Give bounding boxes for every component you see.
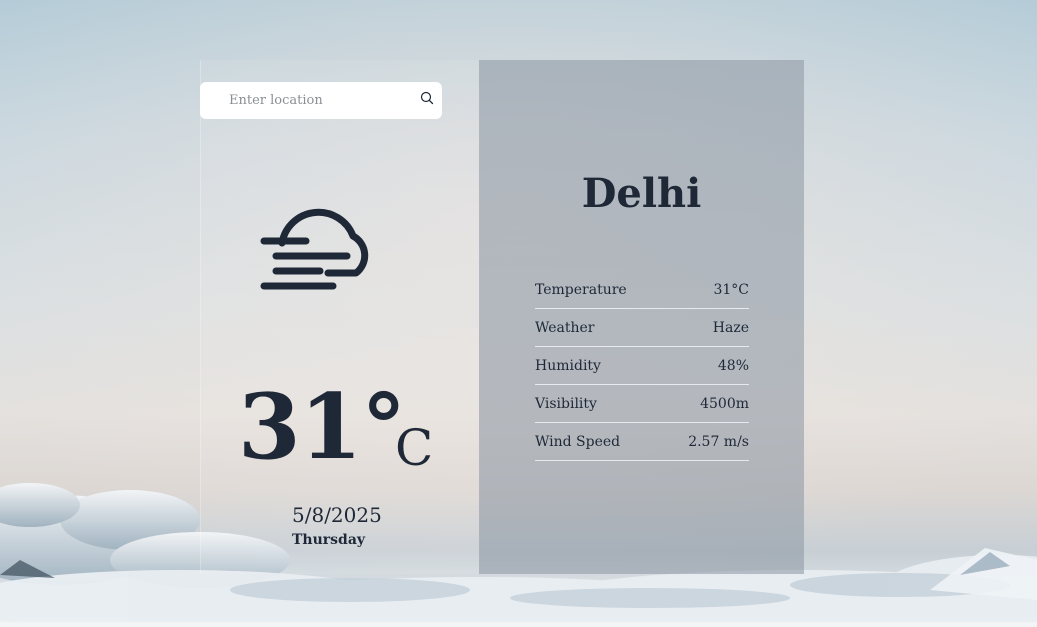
day-text: Thursday — [292, 532, 366, 548]
search-icon[interactable] — [420, 91, 434, 105]
temperature-unit: C — [395, 419, 434, 477]
detail-value: 2.57 m/s — [688, 433, 749, 450]
search-box[interactable] — [200, 82, 442, 119]
detail-value: Haze — [712, 319, 749, 336]
date-text: 5/8/2025 — [292, 503, 382, 527]
detail-row-weather: Weather Haze — [535, 309, 749, 347]
detail-label: Humidity — [535, 357, 601, 374]
detail-value: 31°C — [713, 281, 749, 298]
detail-value: 4500m — [700, 395, 749, 412]
weather-details-list: Temperature 31°C Weather Haze Humidity 4… — [535, 271, 749, 461]
haze-cloud-icon — [260, 208, 369, 290]
detail-value: 48% — [717, 357, 749, 374]
detail-row-temperature: Temperature 31°C — [535, 271, 749, 309]
detail-label: Weather — [535, 319, 595, 336]
detail-row-humidity: Humidity 48% — [535, 347, 749, 385]
detail-row-visibility: Visibility 4500m — [535, 385, 749, 423]
search-input[interactable] — [229, 93, 409, 108]
current-weather-card — [200, 60, 480, 574]
detail-label: Wind Speed — [535, 433, 621, 450]
detail-row-wind-speed: Wind Speed 2.57 m/s — [535, 423, 749, 461]
detail-label: Temperature — [535, 281, 627, 298]
temperature-value: 31° — [238, 374, 406, 480]
detail-label: Visibility — [535, 395, 597, 412]
city-name: Delhi — [581, 170, 702, 217]
